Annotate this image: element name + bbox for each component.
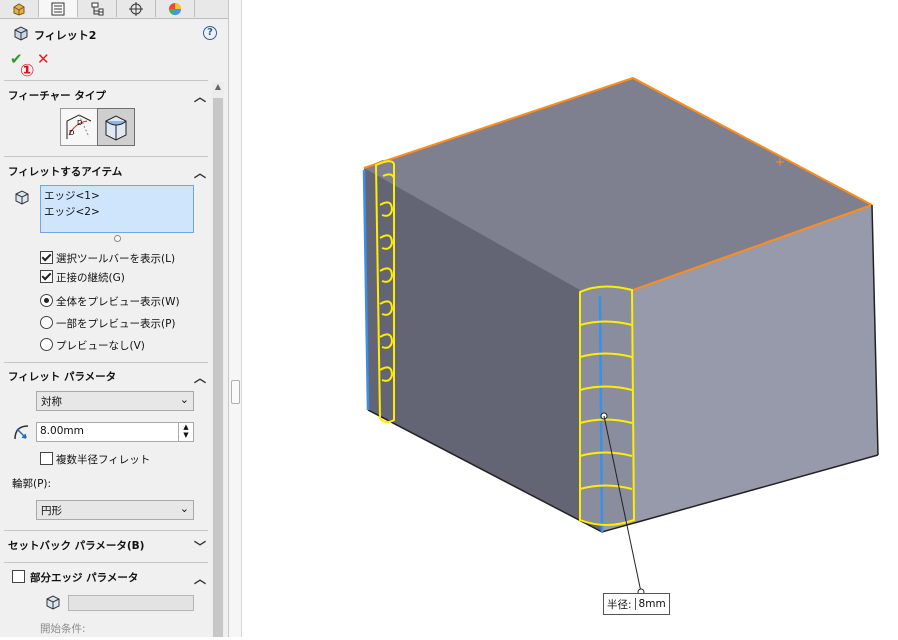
- group-title: 部分エッジ パラメータ: [30, 572, 139, 584]
- panel-splitter[interactable]: [229, 0, 242, 637]
- tangent-propagation-checkbox[interactable]: [40, 270, 53, 283]
- multi-radius-label: 複数半径フィレット: [56, 454, 151, 466]
- tab-dimxpert[interactable]: [117, 0, 156, 17]
- splitter-grip[interactable]: [231, 380, 240, 404]
- scrollbar-thumb[interactable]: [213, 98, 223, 637]
- partial-edge-header[interactable]: 部分エッジ パラメータ ︿: [30, 570, 208, 588]
- configuration-manager-icon: [91, 2, 104, 15]
- chevron-down-icon: ⌄: [179, 393, 189, 406]
- group-title: セットバック パラメータ(B): [8, 540, 145, 552]
- profile-value: 円形: [41, 505, 62, 517]
- list-item[interactable]: エッジ<2>: [44, 204, 100, 219]
- profile-label: 輪郭(P):: [12, 478, 52, 490]
- feature-manager-icon: [13, 2, 25, 16]
- pm-header: フィレット2: [0, 20, 228, 46]
- multi-radius-checkbox[interactable]: [40, 452, 53, 465]
- property-manager-icon: [51, 2, 65, 15]
- model-view[interactable]: [242, 0, 898, 637]
- chevron-up-icon: ︿: [193, 371, 206, 385]
- step-callout: ①: [20, 61, 35, 81]
- group-title: フィーチャー タイプ: [8, 90, 106, 102]
- edge-selection-icon: [15, 190, 29, 205]
- fillet-params-header[interactable]: フィレット パラメータ ︿: [8, 369, 208, 387]
- tab-feature-manager[interactable]: [0, 0, 39, 17]
- const-size-fillet-button[interactable]: DD: [60, 108, 98, 146]
- svg-text:D: D: [69, 129, 74, 137]
- radius-input[interactable]: 8.00mm ▲ ▼: [36, 422, 194, 442]
- fillet-feature-icon: [14, 26, 28, 41]
- separator: [4, 530, 208, 531]
- items-header[interactable]: フィレットするアイテム ︿: [8, 164, 208, 182]
- property-manager-panel: フィレット2 ? ✔ ✕ ① フィーチャー タイプ ︿ DD フィレットするアイ…: [0, 0, 229, 637]
- scroll-up-icon[interactable]: ▲: [212, 82, 224, 96]
- no-preview-radio[interactable]: [40, 338, 53, 351]
- page-title: フィレット2: [34, 29, 97, 42]
- start-condition-label: 開始条件:: [40, 623, 86, 635]
- manager-tabs: [0, 0, 228, 19]
- face-fillet-button[interactable]: [97, 108, 135, 146]
- no-preview-label: プレビューなし(V): [56, 340, 145, 352]
- tab-property-manager[interactable]: [39, 0, 78, 17]
- display-manager-icon: [169, 2, 181, 15]
- chevron-down-icon: ⌄: [179, 502, 189, 515]
- chevron-up-icon: ︿: [193, 572, 206, 586]
- radius-icon: [14, 425, 29, 440]
- radius-spinner[interactable]: ▲ ▼: [178, 423, 193, 441]
- help-icon[interactable]: ?: [203, 26, 217, 40]
- tab-display-manager[interactable]: [156, 0, 195, 17]
- setback-header[interactable]: セットバック パラメータ(B) ﹀: [8, 538, 208, 556]
- fillet-items-list[interactable]: エッジ<1> エッジ<2>: [40, 185, 194, 233]
- separator: [4, 362, 208, 363]
- tab-configuration-manager[interactable]: [78, 0, 117, 17]
- spin-down-icon[interactable]: ▼: [179, 431, 193, 439]
- fillet-method-select[interactable]: 対称 ⌄: [36, 391, 194, 411]
- group-title: フィレット パラメータ: [8, 371, 117, 383]
- partial-preview-radio[interactable]: [40, 316, 53, 329]
- partial-edge-field[interactable]: [68, 595, 194, 611]
- full-preview-radio[interactable]: [40, 294, 53, 307]
- fillet-method-value: 対称: [41, 396, 62, 408]
- list-item[interactable]: エッジ<1>: [44, 188, 100, 203]
- list-resize-handle[interactable]: [114, 235, 121, 242]
- dimension-value[interactable]: 8mm: [634, 598, 669, 610]
- tangent-propagation-label: 正接の継続(G): [56, 272, 125, 284]
- face-fillet-icon: [105, 115, 127, 141]
- partial-edge-checkbox[interactable]: [12, 570, 25, 583]
- edge-selection-icon: [46, 595, 60, 610]
- separator: [4, 156, 208, 157]
- spin-up-icon[interactable]: ▲: [179, 423, 193, 431]
- dimension-caption: 半径:: [607, 598, 632, 611]
- graphics-viewport[interactable]: [242, 0, 898, 637]
- profile-select[interactable]: 円形 ⌄: [36, 500, 194, 520]
- partial-preview-label: 一部をプレビュー表示(P): [56, 318, 176, 330]
- feature-type-header[interactable]: フィーチャー タイプ ︿: [8, 88, 208, 106]
- full-preview-label: 全体をプレビュー表示(W): [56, 296, 180, 308]
- show-toolbar-label: 選択ツールバーを表示(L): [56, 253, 176, 265]
- radius-value: 8.00mm: [40, 425, 84, 437]
- group-title: フィレットするアイテム: [8, 166, 123, 178]
- chevron-up-icon: ︿: [193, 166, 206, 180]
- radius-dimension-label[interactable]: 半径: 8mm: [603, 593, 670, 615]
- const-size-fillet-icon: DD: [66, 114, 92, 139]
- dimxpert-icon: [129, 1, 143, 16]
- chevron-up-icon: ︿: [193, 90, 206, 104]
- separator: [4, 80, 208, 81]
- show-toolbar-checkbox[interactable]: [40, 251, 53, 264]
- separator: [4, 562, 208, 563]
- cancel-button[interactable]: ✕: [37, 50, 50, 68]
- chevron-down-icon: ﹀: [193, 540, 206, 554]
